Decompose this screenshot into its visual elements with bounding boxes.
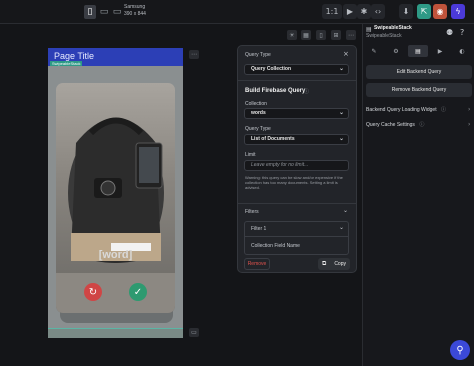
device-dimensions: 390 x 844 <box>124 11 146 17</box>
download-icon[interactable]: ⬇ <box>399 4 413 19</box>
page-title: Page Title <box>54 51 95 61</box>
chevron-down-icon: ⌄ <box>338 224 344 231</box>
query-type-value: Query Collection <box>251 66 292 72</box>
phone-device-toggle-icon[interactable]: ▭ <box>189 328 199 337</box>
desktop-device-icon[interactable]: ▭ <box>111 5 123 19</box>
card-word-text: [word] <box>98 249 133 261</box>
query-panel: Query Type × Query Collection ⌄ Build Fi… <box>237 45 357 273</box>
preview-eye-icon[interactable]: ◉ <box>433 4 447 19</box>
query-type-select[interactable]: Query Collection ⌄ <box>244 64 349 75</box>
panel-tabs: ✎ ⚙ ▤ ▶ ◐ <box>364 45 474 57</box>
chevron-right-icon: › <box>468 121 471 128</box>
section-title: Build Firebase Query <box>245 88 306 94</box>
backpack-image <box>56 117 175 313</box>
collection-select[interactable]: words ⌄ <box>244 108 349 119</box>
search-icon: ⚲ <box>456 344 464 356</box>
bug-icon[interactable]: ✱ <box>357 4 371 19</box>
lightning-icon[interactable]: ϟ <box>451 4 465 19</box>
copy-icon: ⧉ <box>322 260 327 267</box>
share-icon[interactable]: ⇱ <box>417 4 431 19</box>
info-icon: ⓘ <box>419 122 425 128</box>
collection-value: words <box>251 110 266 116</box>
info-icon: ⓘ <box>441 107 447 113</box>
grid-icon[interactable]: ⊞ <box>331 30 341 40</box>
chevron-right-icon: › <box>468 106 471 113</box>
tab-backend-query[interactable]: ▤ <box>408 45 428 57</box>
more-icon[interactable]: ⋯ <box>346 30 356 40</box>
tab-settings[interactable]: ⚙ <box>386 45 406 57</box>
list-query-type-select[interactable]: List of Documents ⌄ <box>244 134 349 145</box>
filters-label: Filters <box>245 209 259 215</box>
chevron-down-icon: ⌄ <box>338 136 344 142</box>
device-size-label: Samsung 390 x 844 <box>124 4 146 18</box>
swipe-card[interactable]: [word] ↻ ✓ <box>56 83 175 313</box>
widget-type: SwipeableStack <box>366 33 402 39</box>
filter-item-label: Filter 1 <box>251 226 267 232</box>
loading-widget-label: Backend Query Loading Widget <box>366 107 437 113</box>
limit-input[interactable]: Leave empty for no limit... <box>244 160 349 171</box>
chevron-down-icon: ⌄ <box>338 110 344 116</box>
chevron-down-icon[interactable]: ⌄ <box>343 207 348 214</box>
phone-more-icon[interactable]: ⋯ <box>189 50 199 59</box>
list-query-type-value: List of Documents <box>251 136 295 142</box>
widget-icon: ▤ <box>366 26 372 33</box>
team-icon[interactable]: ⚉ <box>446 28 453 37</box>
zoom-label: 1:1 <box>325 7 339 16</box>
collection-label: Collection <box>245 101 267 107</box>
list-query-type-label: Query Type <box>245 126 271 132</box>
divider <box>245 236 348 237</box>
copy-button[interactable]: ⧉ Copy <box>318 258 350 270</box>
mobile-icon[interactable]: ▯ <box>316 30 326 40</box>
sun-icon[interactable]: ☀ <box>287 30 297 40</box>
phone-footer <box>48 328 183 338</box>
backend-query-loading-row[interactable]: Backend Query Loading Widget ⓘ › <box>366 106 470 113</box>
top-toolbar: ▯ ▭ ▭ Samsung 390 x 844 1:1 ▶ ✱ ‹› ⬇ ⇱ ◉… <box>0 0 474 24</box>
widget-name: SwipeableStack <box>374 25 412 31</box>
query-type-label: Query Type <box>245 52 271 58</box>
device-name: Samsung <box>124 4 146 10</box>
divider <box>238 80 356 81</box>
limit-label: Limit <box>245 152 256 158</box>
tablet-device-icon[interactable]: ▭ <box>98 5 110 19</box>
search-fab[interactable]: ⚲ <box>450 340 470 360</box>
filter-field-label: Collection Field Name <box>251 243 300 249</box>
phone-device-icon[interactable]: ▯ <box>84 5 96 19</box>
query-cache-settings-row[interactable]: Query Cache Settings ⓘ › <box>366 121 470 128</box>
layout-icon[interactable]: ▦ <box>301 30 311 40</box>
limit-placeholder: Leave empty for no limit... <box>251 162 309 168</box>
edit-backend-query-button[interactable]: Edit Backend Query <box>366 65 472 79</box>
info-icon: ⓘ <box>304 89 310 95</box>
filter-item[interactable]: Filter 1 ⌄ Collection Field Name <box>244 221 349 255</box>
copy-label: Copy <box>334 261 346 267</box>
remove-backend-query-button[interactable]: Remove Backend Query <box>366 83 472 97</box>
play-icon[interactable]: ▶ <box>343 4 357 19</box>
code-icon[interactable]: ‹› <box>371 4 385 19</box>
close-icon[interactable]: × <box>343 50 349 58</box>
tab-properties[interactable]: ✎ <box>364 45 384 57</box>
zoom-dropdown[interactable]: 1:1 <box>322 4 342 19</box>
cache-settings-label: Query Cache Settings <box>366 122 415 128</box>
like-button[interactable]: ✓ <box>129 283 147 301</box>
tab-actions[interactable]: ▶ <box>430 45 450 57</box>
help-icon[interactable]: ? <box>460 28 464 37</box>
app-bar: Page Title SwipeableStack <box>48 48 183 66</box>
dislike-button[interactable]: ↻ <box>84 283 102 301</box>
warning-text: Warning: this query can be slow and/or e… <box>245 175 343 190</box>
divider <box>238 203 356 204</box>
chevron-down-icon: ⌄ <box>338 66 344 72</box>
tab-animations[interactable]: ◐ <box>452 45 472 57</box>
remove-button[interactable]: Remove <box>244 258 270 270</box>
